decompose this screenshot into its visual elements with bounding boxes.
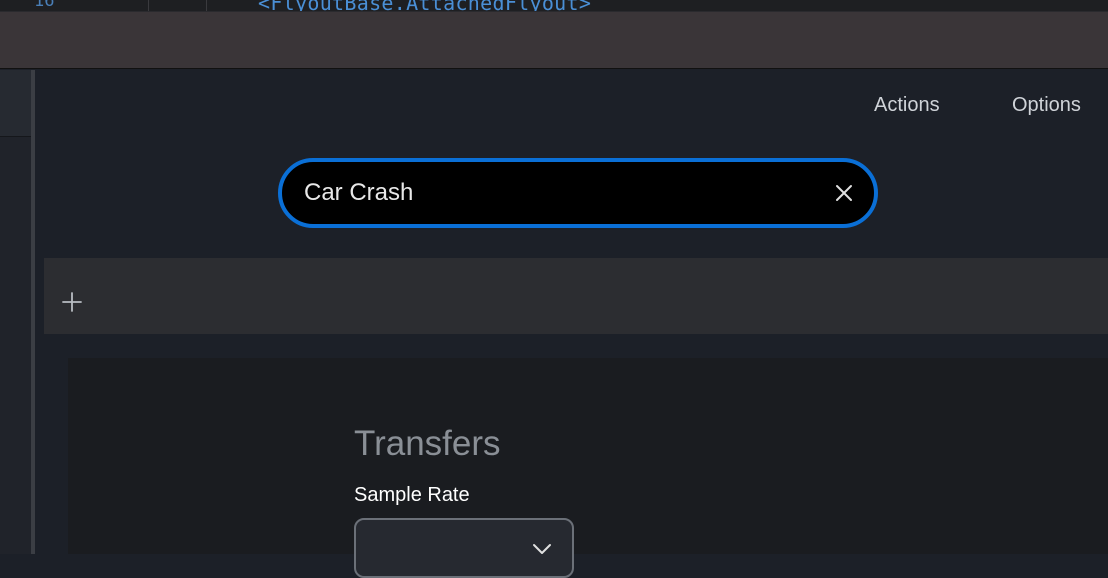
close-icon[interactable] bbox=[834, 183, 854, 203]
window-title-bar[interactable] bbox=[0, 12, 1108, 69]
gutter-divider bbox=[148, 0, 149, 11]
search-input[interactable] bbox=[304, 162, 804, 224]
code-editor-strip: 16 <FlyoutBase.AttachedFlyout> bbox=[0, 0, 1108, 12]
sample-rate-dropdown[interactable] bbox=[354, 518, 574, 578]
left-pane bbox=[0, 70, 31, 554]
search-box bbox=[278, 158, 878, 228]
left-pane-row[interactable] bbox=[0, 70, 31, 136]
plus-icon[interactable] bbox=[61, 291, 83, 313]
sample-rate-label: Sample Rate bbox=[354, 484, 470, 506]
command-bar bbox=[44, 258, 1108, 334]
menu-options[interactable]: Options bbox=[1012, 94, 1081, 117]
gutter-divider bbox=[206, 0, 207, 11]
transfers-panel: Transfers Sample Rate bbox=[68, 358, 1108, 578]
app-content: Actions Options Transfers Sample Rate bbox=[35, 70, 1108, 578]
divider bbox=[0, 136, 31, 137]
menu-actions[interactable]: Actions bbox=[874, 94, 940, 117]
line-number: 16 bbox=[34, 0, 55, 11]
code-line[interactable]: <FlyoutBase.AttachedFlyout> bbox=[258, 0, 591, 11]
panel-title: Transfers bbox=[354, 424, 501, 463]
